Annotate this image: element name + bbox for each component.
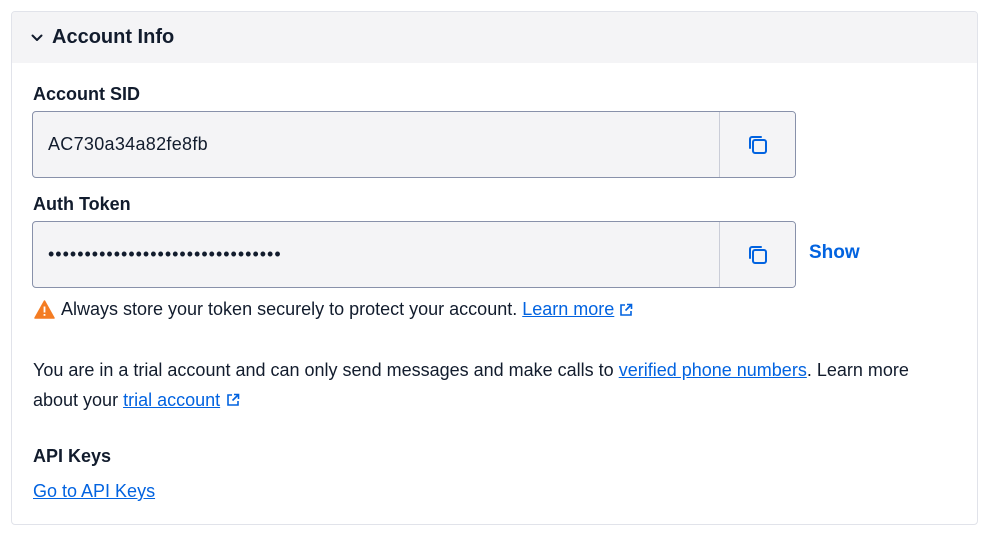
api-keys-label: API Keys bbox=[33, 446, 112, 466]
verified-phone-numbers-link[interactable]: verified phone numbers bbox=[619, 360, 807, 380]
external-link-icon bbox=[227, 393, 240, 406]
account-info-header[interactable]: Account Info bbox=[12, 12, 977, 63]
trial-account-notice: You are in a trial account and can only … bbox=[33, 355, 953, 415]
auth-token-input[interactable] bbox=[33, 222, 719, 287]
trial-account-link[interactable]: trial account bbox=[123, 390, 220, 410]
warning-text: Always store your token securely to prot… bbox=[61, 299, 518, 319]
account-sid-input[interactable] bbox=[33, 112, 223, 177]
account-sid-field-group bbox=[32, 111, 796, 178]
auth-token-label: Auth Token bbox=[33, 194, 131, 214]
copy-auth-token-button[interactable] bbox=[719, 222, 795, 287]
account-sid-label: Account SID bbox=[33, 84, 141, 104]
copy-icon bbox=[748, 135, 767, 154]
external-link-icon bbox=[620, 303, 633, 316]
go-to-api-keys-link[interactable]: Go to API Keys bbox=[33, 481, 155, 501]
account-info-panel: Account Info Account SID Auth Token Show bbox=[11, 11, 978, 525]
warning-icon bbox=[34, 300, 55, 319]
copy-account-sid-button[interactable] bbox=[719, 112, 795, 177]
learn-more-link[interactable]: Learn more bbox=[522, 299, 614, 320]
copy-icon bbox=[748, 245, 767, 264]
show-token-button[interactable]: Show bbox=[809, 242, 860, 264]
auth-token-field-group bbox=[32, 221, 796, 288]
chevron-down-icon bbox=[31, 34, 43, 41]
trial-text-before: You are in a trial account and can only … bbox=[33, 360, 614, 380]
panel-title: Account Info bbox=[52, 26, 175, 48]
token-warning: Always store your token securely to prot… bbox=[34, 299, 633, 320]
